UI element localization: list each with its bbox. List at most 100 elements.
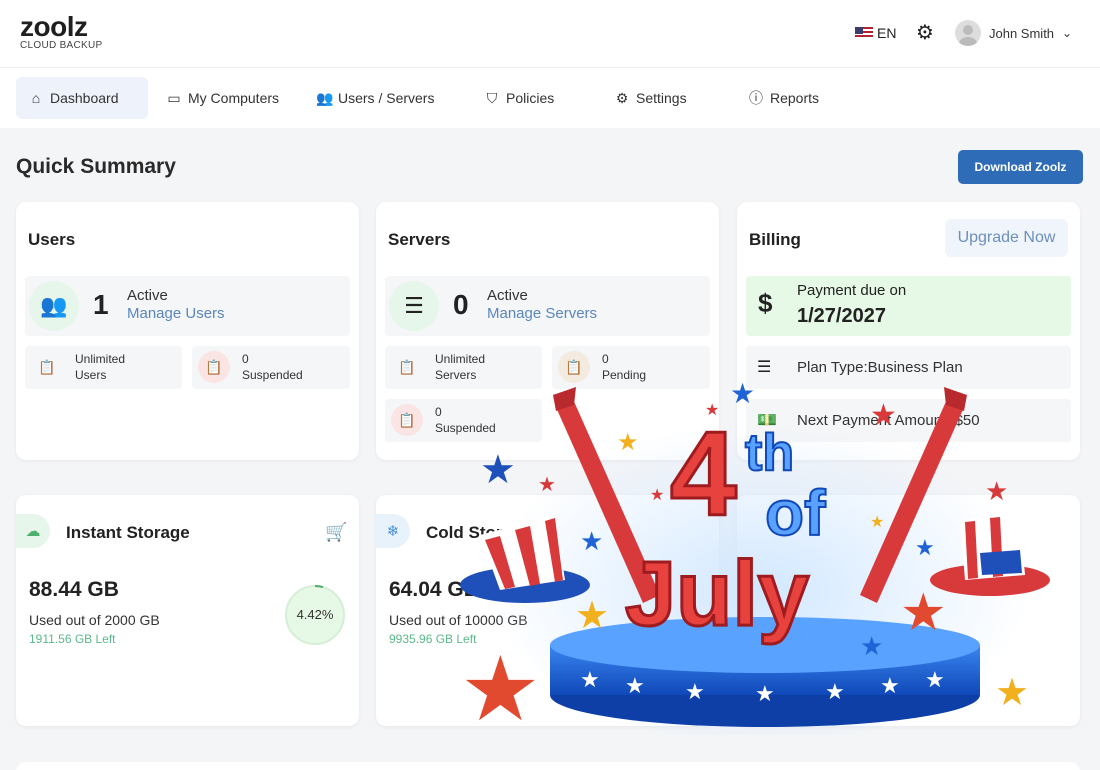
users-card-title: Users [28,230,76,249]
instant-storage-card: ☁ Instant Storage 🛒 88.44 GB Used out of… [16,495,359,726]
svg-text:★: ★ [870,512,884,531]
instant-storage-used: 88.44 GB [29,578,119,601]
clipboard-clock-icon: 📋 [391,404,423,436]
servers-active-count: 0 [453,289,469,320]
nav-label: Policies [506,90,555,106]
payment-due-date: 1/27/2027 [797,305,886,327]
us-flag-icon [855,27,873,39]
suspended-label: Suspended [242,368,303,382]
svg-text:★: ★ [580,668,600,693]
top-bar: zoolz CLOUD BACKUP EN ⚙ John Smith ⌄ [0,0,1100,68]
users-icon: 👥 [316,89,334,106]
info-icon: ⓘ [749,90,763,106]
servers-active-box: ☰ 0 Active Manage Servers [385,276,710,336]
language-label: EN [877,25,897,41]
svg-text:★: ★ [880,674,900,699]
server-icon: ☰ [389,281,439,331]
page-title: Quick Summary [16,155,176,178]
instant-storage-title: Instant Storage [66,523,190,542]
users-active-box: 👥 1 Active Manage Users [25,276,350,336]
instant-storage-capacity: Used out of 2000 GB [29,612,160,628]
svg-text:★: ★ [625,674,645,699]
user-name: John Smith [989,25,1055,41]
gauge-progress [314,585,324,589]
manage-servers-link[interactable]: Manage Servers [487,305,597,322]
payment-due-box: $ Payment due on 1/27/2027 [746,276,1071,336]
zoolz-logo[interactable]: zoolz CLOUD BACKUP [20,11,103,52]
clipboard-clock-icon: 📋 [198,351,230,383]
promo-ordinal: th [745,424,794,482]
svg-text:★: ★ [575,593,609,637]
svg-text:★: ★ [730,377,755,410]
cloud-icon: ☁ [16,514,50,548]
suspended-count: 0 [242,352,249,366]
svg-text:★: ★ [995,670,1029,714]
svg-text:★: ★ [538,472,556,496]
svg-text:★: ★ [900,583,947,643]
nav-settings[interactable]: ⚙ Settings [602,77,699,119]
instant-storage-left: 1911.56 GB Left [29,632,116,646]
list-icon: ☰ [757,359,772,376]
svg-text:★: ★ [580,527,603,557]
clipboard-clock-icon: 📋 [398,358,416,375]
nav-label: Settings [636,90,687,106]
unlimited-sub-label: Users [75,368,107,382]
nav-label: Dashboard [50,90,119,106]
svg-text:★: ★ [825,680,845,705]
fourth-of-july-promo[interactable]: ★ ★ ★ ★ ★ ★ ★ ★ ★ ★ ★ ★ ★ ★ ★ ★ ★ ★ ★ ★ … [460,375,1060,735]
svg-text:★: ★ [915,536,935,561]
usage-percent: 4.42% [297,607,334,622]
users-active-count: 1 [93,289,109,320]
users-active-label: Active [127,287,168,304]
promo-july: July [625,543,809,645]
servers-card-title: Servers [388,230,451,249]
promo-number: 4 [670,407,737,541]
snowflake-icon: ❄ [376,514,410,548]
nav-policies[interactable]: ⛉ Policies [472,77,566,119]
nav-label: Users / Servers [338,90,435,106]
laptop-icon: ▭ [167,89,181,106]
manage-users-link[interactable]: Manage Users [127,305,225,322]
suspended-count: 0 [435,405,442,419]
logo-wordmark: zoolz [20,11,88,42]
svg-text:★: ★ [650,485,664,504]
svg-text:★: ★ [480,447,516,493]
plan-type-text: Plan Type:Business Plan [797,359,963,376]
settings-badge-icon[interactable]: ⚙ [914,22,936,44]
nav-label: Reports [770,90,820,106]
next-section-card [16,762,1080,770]
download-zoolz-button[interactable]: Download Zoolz [958,150,1083,184]
user-menu[interactable]: John Smith ⌄ [955,20,1072,46]
servers-active-label: Active [487,287,528,304]
users-suspended-box: 📋 0 Suspended [192,346,350,389]
unlimited-label: Unlimited [75,352,126,366]
unlimited-label: Unlimited [435,352,486,366]
svg-text:★: ★ [925,668,945,693]
clipboard-clock-icon: 📋 [38,358,56,375]
svg-text:★: ★ [985,477,1008,507]
nav-label: My Computers [188,90,280,106]
nav-dashboard[interactable]: ⌂ Dashboard [16,77,148,119]
svg-text:★: ★ [460,637,541,735]
language-selector[interactable]: EN [855,25,896,41]
svg-text:★: ★ [860,632,883,662]
nav-reports[interactable]: ⓘ Reports [736,77,831,119]
users-card: Users 👥 1 Active Manage Users 📋 Unlimite… [16,202,359,460]
nav-users-servers[interactable]: 👥 Users / Servers [304,77,446,119]
avatar [955,20,981,46]
payment-due-label: Payment due on [797,282,907,299]
main-nav: ⌂ Dashboard ▭ My Computers 👥 Users / Ser… [0,68,1100,128]
logo-subtitle: CLOUD BACKUP [20,40,103,51]
nav-my-computers[interactable]: ▭ My Computers [154,77,291,119]
svg-text:★: ★ [870,398,897,433]
home-icon: ⌂ [31,90,41,106]
upgrade-now-button[interactable]: Upgrade Now [945,219,1068,257]
users-icon: 👥 [29,281,79,331]
promo-of: of [765,477,826,549]
usage-gauge: 4.42% [285,585,345,645]
cart-icon[interactable]: 🛒 [325,522,347,543]
users-unlimited-box: 📋 Unlimited Users [25,346,182,389]
svg-text:★: ★ [617,428,639,456]
chevron-down-icon: ⌄ [1062,26,1073,40]
svg-text:★: ★ [685,680,705,705]
